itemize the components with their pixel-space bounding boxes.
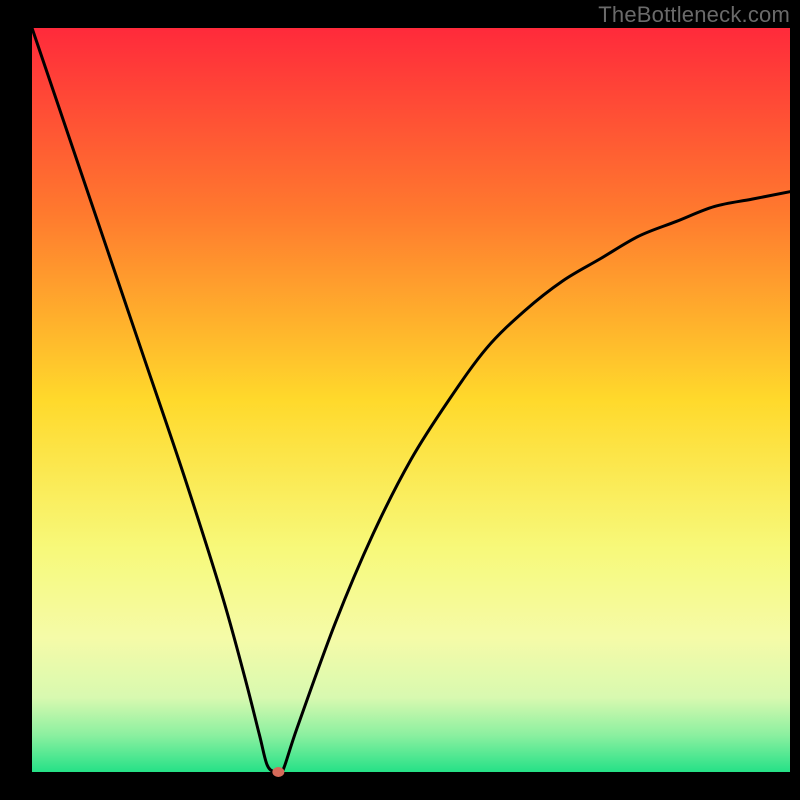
watermark-text: TheBottleneck.com xyxy=(598,2,790,28)
optimal-point-marker xyxy=(272,767,284,777)
chart-frame: TheBottleneck.com xyxy=(0,0,800,800)
bottleneck-chart xyxy=(0,0,800,800)
plot-background xyxy=(32,28,790,772)
